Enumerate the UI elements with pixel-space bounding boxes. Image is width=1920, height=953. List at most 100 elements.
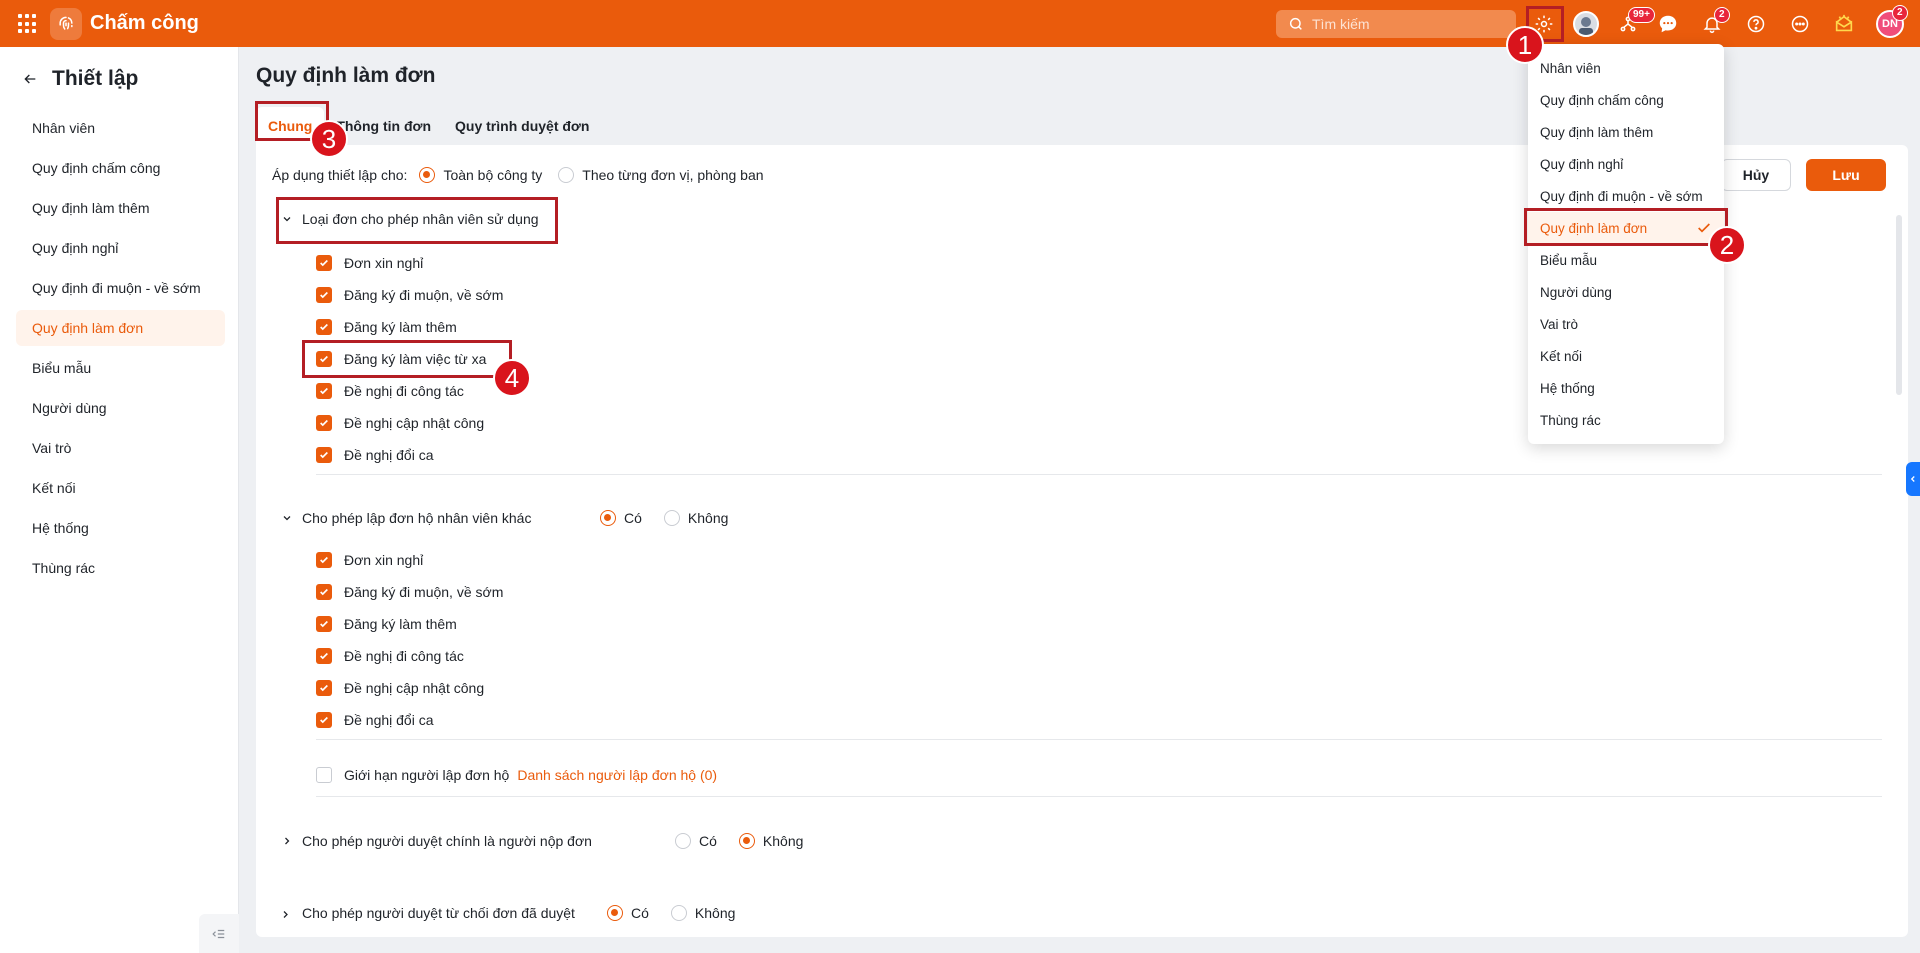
approver-submitter-no-label: Không <box>762 833 804 849</box>
limit-on-behalf-checkbox[interactable] <box>316 767 332 783</box>
shortcut-button[interactable]: 99+ <box>1614 7 1655 38</box>
menu-item-users[interactable]: Người dùng <box>1528 276 1724 308</box>
divider <box>316 796 1882 797</box>
list-item: Đăng ký làm thêm <box>316 608 503 640</box>
list-item: Đề nghị đổi ca <box>316 439 503 471</box>
checkbox-overtime[interactable] <box>316 616 332 632</box>
on-behalf-no-radio[interactable] <box>663 510 680 526</box>
section-approver-is-submitter[interactable]: Cho phép người duyệt chính là người nộp … <box>280 833 819 849</box>
section-reject-approved-title: Cho phép người duyệt từ chối đơn đã duyệ… <box>302 905 575 921</box>
section-allowed-request-types-title: Loại đơn cho phép nhân viên sử dụng <box>302 211 539 227</box>
reject-approved-yes-radio[interactable] <box>607 905 623 921</box>
sidebar-item-leave-rules[interactable]: Quy định nghỉ <box>16 230 225 266</box>
section-create-on-behalf-title: Cho phép lập đơn hộ nhân viên khác <box>302 510 532 526</box>
checkbox-late-early[interactable] <box>316 584 332 600</box>
chat-bubble-icon <box>1659 15 1677 33</box>
checkbox-attendance-update[interactable] <box>316 415 332 431</box>
checkbox-shift-change[interactable] <box>316 712 332 728</box>
side-panel-toggle[interactable] <box>1906 462 1920 496</box>
list-item: Đơn xin nghỉ <box>316 247 503 279</box>
scrollbar[interactable] <box>1896 215 1902 395</box>
notifications-button[interactable]: 2 <box>1698 7 1730 38</box>
list-item: Đề nghị cập nhật công <box>316 672 503 704</box>
section-create-on-behalf[interactable]: Cho phép lập đơn hộ nhân viên khác Có Kh… <box>280 510 744 526</box>
search-input[interactable] <box>1312 16 1502 32</box>
menu-item-system[interactable]: Hệ thống <box>1528 372 1724 404</box>
help-button[interactable] <box>1742 10 1770 38</box>
sidebar-item-connections[interactable]: Kết nối <box>16 470 225 506</box>
save-button[interactable]: Lưu <box>1806 159 1886 191</box>
checkbox-overtime[interactable] <box>316 319 332 335</box>
menu-item-request-rules[interactable]: Quy định làm đơn <box>1528 212 1724 244</box>
checkbox-business-trip[interactable] <box>316 648 332 664</box>
chat-button[interactable] <box>1654 10 1682 38</box>
sidebar-item-roles[interactable]: Vai trò <box>16 430 225 466</box>
sidebar-item-templates[interactable]: Biểu mẫu <box>16 350 225 386</box>
gift-button[interactable] <box>1830 10 1858 38</box>
sidebar-item-system[interactable]: Hệ thống <box>16 510 225 546</box>
sidebar-item-request-rules[interactable]: Quy định làm đơn <box>16 310 225 346</box>
apply-per-unit-radio[interactable] <box>558 167 575 183</box>
sidebar-item-employees[interactable]: Nhân viên <box>16 110 225 146</box>
search-icon <box>1289 17 1302 30</box>
sidebar-item-late-early-rules[interactable]: Quy định đi muộn - về sớm <box>16 270 225 306</box>
checkbox-shift-change[interactable] <box>316 447 332 463</box>
list-item: Đề nghị đổi ca <box>316 704 503 736</box>
sidebar-item-attendance-rules[interactable]: Quy định chấm công <box>16 150 225 186</box>
sidebar-item-users[interactable]: Người dùng <box>16 390 225 426</box>
fingerprint-icon <box>50 8 82 40</box>
list-item: Đề nghị đi công tác <box>316 375 503 407</box>
section-allowed-request-types[interactable]: Loại đơn cho phép nhân viên sử dụng <box>280 211 539 227</box>
menu-item-templates[interactable]: Biểu mẫu <box>1528 244 1724 276</box>
menu-item-overtime-rules[interactable]: Quy định làm thêm <box>1528 116 1724 148</box>
sidebar-item-trash[interactable]: Thùng rác <box>16 550 225 586</box>
sidebar: Thiết lập Nhân viên Quy định chấm công Q… <box>0 47 239 953</box>
assistant-avatar-button[interactable] <box>1572 10 1600 38</box>
checkbox-leave-request[interactable] <box>316 255 332 271</box>
checkbox-remote-work[interactable] <box>316 351 332 367</box>
reject-approved-no-radio[interactable] <box>670 905 687 921</box>
list-item: Đề nghị cập nhật công <box>316 407 503 439</box>
on-behalf-list-link[interactable]: Danh sách người lập đơn hộ (0) <box>517 767 717 783</box>
checkbox-late-early[interactable] <box>316 287 332 303</box>
list-item: Đề nghị đi công tác <box>316 640 503 672</box>
checkbox-label: Đăng ký làm thêm <box>344 616 457 632</box>
tabs: Chung Thông tin đơn Quy trình duyệt đơn <box>256 107 601 145</box>
menu-item-trash[interactable]: Thùng rác <box>1528 404 1724 436</box>
search-box[interactable] <box>1276 10 1516 38</box>
profile-button[interactable]: DN 2 <box>1876 5 1908 38</box>
back-arrow-icon[interactable] <box>22 71 38 87</box>
checkbox-business-trip[interactable] <box>316 383 332 399</box>
apply-scope-label: Áp dụng thiết lập cho: <box>272 167 408 183</box>
section-reject-approved[interactable]: Cho phép người duyệt từ chối đơn đã duyệ… <box>280 905 751 921</box>
collapse-sidebar-button[interactable] <box>199 914 239 953</box>
apps-grid-icon[interactable] <box>18 14 38 34</box>
checkbox-attendance-update[interactable] <box>316 680 332 696</box>
limit-on-behalf-row: Giới hạn người lập đơn hộ Danh sách ngườ… <box>316 767 717 783</box>
checkbox-leave-request[interactable] <box>316 552 332 568</box>
sidebar-item-overtime-rules[interactable]: Quy định làm thêm <box>16 190 225 226</box>
sidebar-title: Thiết lập <box>52 67 139 90</box>
approver-submitter-no-radio[interactable] <box>738 833 755 849</box>
menu-item-late-early-rules[interactable]: Quy định đi muộn - về sớm <box>1528 180 1724 212</box>
more-button[interactable] <box>1786 10 1814 38</box>
cancel-button[interactable]: Hủy <box>1721 159 1791 191</box>
on-behalf-yes-radio[interactable] <box>600 510 616 526</box>
list-item: Đơn xin nghỉ <box>316 544 503 576</box>
menu-item-employees[interactable]: Nhân viên <box>1528 52 1724 84</box>
checkbox-label: Đơn xin nghỉ <box>344 255 424 271</box>
checkbox-label: Đăng ký làm thêm <box>344 319 457 335</box>
apply-whole-company-radio[interactable] <box>419 167 436 183</box>
reject-approved-yes-label: Có <box>631 905 649 921</box>
menu-item-connections[interactable]: Kết nối <box>1528 340 1724 372</box>
menu-item-attendance-rules[interactable]: Quy định chấm công <box>1528 84 1724 116</box>
shortcut-badge: 99+ <box>1628 7 1655 23</box>
tab-approval-flow[interactable]: Quy trình duyệt đơn <box>443 107 601 145</box>
approver-submitter-yes-radio[interactable] <box>675 833 691 849</box>
menu-item-leave-rules[interactable]: Quy định nghỉ <box>1528 148 1724 180</box>
menu-item-roles[interactable]: Vai trò <box>1528 308 1724 340</box>
section-approver-is-submitter-title: Cho phép người duyệt chính là người nộp … <box>302 833 592 849</box>
chevron-left-icon <box>1910 476 1915 482</box>
checkbox-label: Đề nghị cập nhật công <box>344 415 485 431</box>
list-item: Đăng ký làm việc từ xa <box>316 343 503 375</box>
